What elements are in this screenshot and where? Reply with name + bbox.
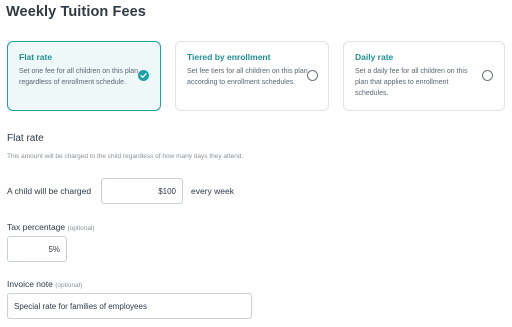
check-circle-icon[interactable] — [138, 70, 149, 81]
optional-tag: (optional) — [55, 282, 83, 289]
plan-title: Flat rate — [19, 52, 53, 62]
radio-icon[interactable] — [482, 70, 493, 81]
period-label: every week — [191, 186, 234, 196]
optional-tag: (optional) — [67, 225, 95, 232]
radio-icon[interactable] — [307, 70, 318, 81]
section-heading: Flat rate — [7, 133, 44, 144]
invoice-note-input[interactable]: Special rate for families of employees — [7, 293, 252, 319]
plan-card-tiered[interactable]: Tiered by enrollment Set fee tiers for a… — [175, 41, 329, 111]
tax-label: Tax percentage (optional) — [7, 222, 95, 232]
plan-description: Set a daily fee for all children on this… — [355, 68, 468, 97]
plan-description: Set fee tiers for all children on this p… — [187, 68, 308, 86]
charge-label: A child will be charged — [7, 186, 92, 196]
plan-description: Set one fee for all children on this pla… — [19, 68, 141, 86]
plan-title: Daily rate — [355, 52, 394, 62]
tax-input[interactable]: 5% — [7, 236, 67, 262]
plan-card-daily-rate[interactable]: Daily rate Set a daily fee for all child… — [343, 41, 505, 111]
amount-input[interactable]: $100 — [101, 178, 183, 204]
page-title: Weekly Tuition Fees — [6, 4, 146, 20]
invoice-note-label-text: Invoice note — [7, 279, 53, 289]
invoice-note-label: Invoice note (optional) — [7, 279, 82, 289]
plan-title: Tiered by enrollment — [187, 52, 271, 62]
tax-label-text: Tax percentage — [7, 222, 66, 232]
section-subtitle: This amount will be charged to the child… — [7, 153, 244, 160]
plan-card-flat-rate[interactable]: Flat rate Set one fee for all children o… — [7, 41, 161, 111]
